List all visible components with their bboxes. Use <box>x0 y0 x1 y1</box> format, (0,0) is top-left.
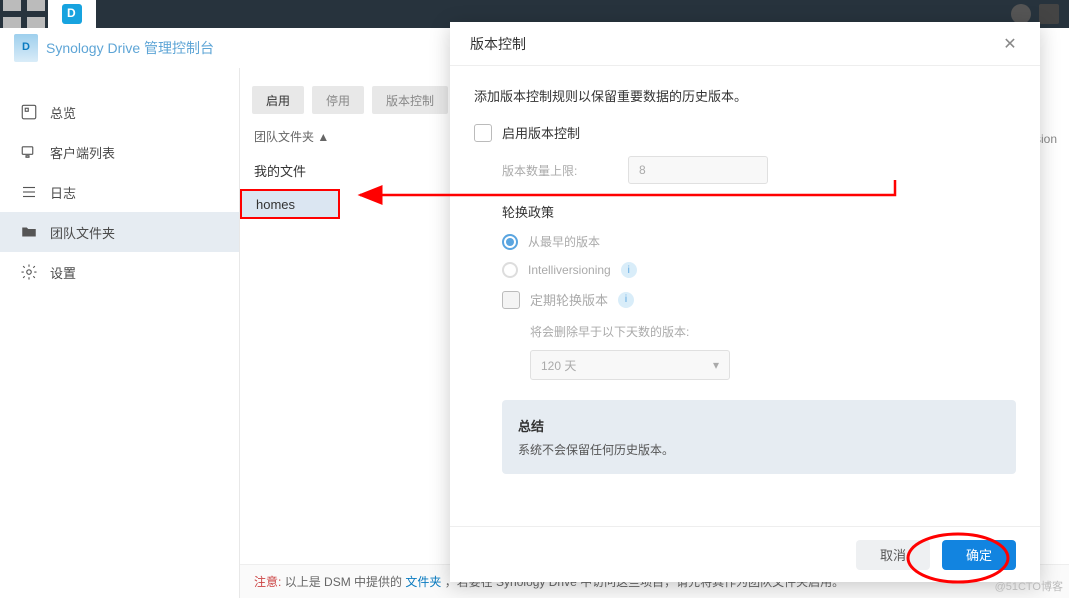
watermark: @51CTO博客 <box>995 578 1063 594</box>
sidebar-item-clients[interactable]: 客户端列表 <box>0 132 239 172</box>
max-versions-label: 版本数量上限: <box>502 162 612 179</box>
delete-older-label: 将会删除早于以下天数的版本: <box>530 323 1016 340</box>
max-versions-input[interactable] <box>628 156 768 184</box>
sidebar-item-label: 总览 <box>50 103 76 122</box>
dialog-header: 版本控制 ✕ <box>450 22 1040 66</box>
chevron-down-icon: ▾ <box>713 358 719 372</box>
folder-link[interactable]: 文件夹 <box>405 575 441 589</box>
enable-vc-label: 启用版本控制 <box>502 123 580 142</box>
summary-text: 系统不会保留任何历史版本。 <box>518 441 1000 458</box>
days-select[interactable]: 120 天 ▾ <box>530 350 730 380</box>
dialog-description: 添加版本控制规则以保留重要数据的历史版本。 <box>474 86 1016 105</box>
app-tab-drive[interactable] <box>48 0 96 28</box>
log-icon <box>20 183 38 201</box>
summary-title: 总结 <box>518 416 1000 435</box>
policy-intelli-radio[interactable] <box>502 262 518 278</box>
user-avatar-icon[interactable] <box>1011 4 1031 24</box>
overview-icon <box>20 103 38 121</box>
sidebar: 总览 客户端列表 日志 团队文件夹 设置 <box>0 68 240 598</box>
policy-earliest-radio[interactable] <box>502 234 518 250</box>
dialog-body: 添加版本控制规则以保留重要数据的历史版本。 启用版本控制 版本数量上限: 轮换政… <box>450 66 1040 526</box>
list-item-homes[interactable]: homes <box>240 189 340 219</box>
sidebar-item-settings[interactable]: 设置 <box>0 252 239 292</box>
version-control-dialog: 版本控制 ✕ 添加版本控制规则以保留重要数据的历史版本。 启用版本控制 版本数量… <box>450 22 1040 582</box>
ok-button[interactable]: 确定 <box>942 540 1016 570</box>
close-icon[interactable]: ✕ <box>1000 34 1020 54</box>
policy-intelli-label: Intelliversioning <box>528 263 611 277</box>
summary-box: 总结 系统不会保留任何历史版本。 <box>502 400 1016 474</box>
sidebar-item-overview[interactable]: 总览 <box>0 92 239 132</box>
gear-icon <box>20 263 38 281</box>
apps-icon[interactable] <box>0 0 48 28</box>
window-title: Synology Drive 管理控制台 <box>46 38 214 58</box>
sidebar-item-logs[interactable]: 日志 <box>0 172 239 212</box>
periodic-rotate-label: 定期轮换版本 <box>530 290 608 309</box>
enable-button[interactable]: 启用 <box>252 86 304 114</box>
rotation-policy-label: 轮换政策 <box>502 202 1016 221</box>
clients-icon <box>20 143 38 161</box>
policy-earliest-label: 从最早的版本 <box>528 233 600 250</box>
info-icon[interactable]: i <box>621 262 637 278</box>
cancel-button[interactable]: 取消 <box>856 540 930 570</box>
sidebar-item-label: 客户端列表 <box>50 143 115 162</box>
version-control-button[interactable]: 版本控制 <box>372 86 448 114</box>
dialog-footer: 取消 确定 <box>450 526 1040 582</box>
drive-icon <box>14 34 38 62</box>
dialog-title: 版本控制 <box>470 34 526 54</box>
disable-button[interactable]: 停用 <box>312 86 364 114</box>
sidebar-item-label: 团队文件夹 <box>50 223 115 242</box>
enable-vc-checkbox[interactable] <box>474 124 492 142</box>
info-icon[interactable]: i <box>618 292 634 308</box>
folder-icon <box>20 223 38 241</box>
sidebar-item-label: 日志 <box>50 183 76 202</box>
periodic-rotate-checkbox[interactable] <box>502 291 520 309</box>
notification-icon[interactable] <box>1039 4 1059 24</box>
sidebar-item-label: 设置 <box>50 263 76 282</box>
sidebar-item-team-folders[interactable]: 团队文件夹 <box>0 212 239 252</box>
